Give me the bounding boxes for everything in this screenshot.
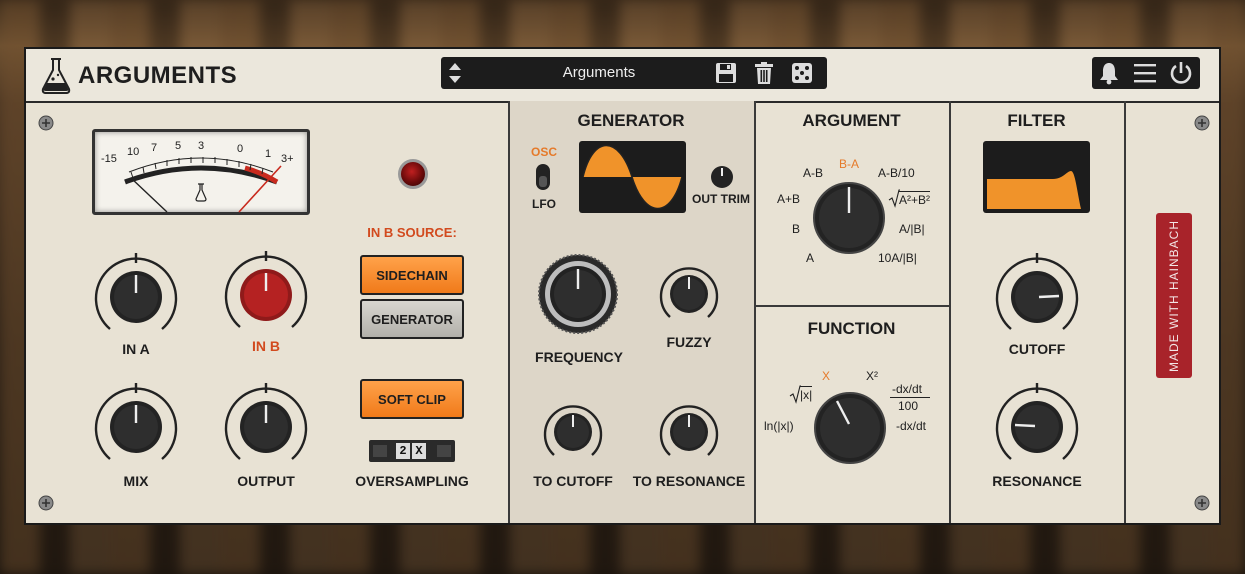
argument-option[interactable]: A-B bbox=[803, 166, 823, 180]
left-arrow-icon[interactable] bbox=[373, 445, 387, 457]
screw-icon bbox=[38, 115, 54, 131]
floppy-disk-icon[interactable] bbox=[714, 61, 738, 85]
vu-tick-label: 0 bbox=[237, 143, 244, 155]
out-trim-label: OUT TRIM bbox=[692, 192, 750, 206]
vu-tick-label: 3 bbox=[198, 140, 205, 152]
oversampling-selector[interactable]: 2 X bbox=[369, 440, 455, 462]
screw-icon bbox=[38, 495, 54, 511]
made-with-badge: MADE WITH HAINBACH bbox=[1156, 213, 1192, 378]
dice-icon[interactable] bbox=[790, 61, 814, 85]
cutoff-label: CUTOFF bbox=[1008, 341, 1066, 357]
screw-icon bbox=[1194, 495, 1210, 511]
argument-option[interactable]: A+B bbox=[777, 192, 800, 206]
filter-title: FILTER bbox=[1007, 111, 1066, 130]
sine-wave-icon bbox=[582, 145, 683, 209]
function-option[interactable]: -dx/dt bbox=[896, 419, 926, 433]
flask-icon bbox=[41, 58, 71, 94]
to-cutoff-label: TO CUTOFF bbox=[533, 473, 613, 489]
cutoff-knob[interactable] bbox=[991, 251, 1083, 343]
vu-tick-label: 5 bbox=[175, 140, 182, 152]
frequency-label: FREQUENCY bbox=[535, 349, 623, 365]
sidechain-button[interactable]: SIDECHAIN bbox=[360, 255, 464, 295]
argument-option[interactable]: A/|B| bbox=[899, 222, 925, 236]
global-controls bbox=[1092, 57, 1200, 89]
in-b-source-label: IN B SOURCE: bbox=[367, 225, 457, 240]
function-option[interactable]: |x| bbox=[800, 386, 813, 402]
vu-tick-label: 3+ bbox=[281, 153, 294, 165]
soft-clip-button[interactable]: SOFT CLIP bbox=[360, 379, 464, 419]
to-cutoff-knob[interactable] bbox=[542, 401, 604, 463]
mix-knob[interactable] bbox=[90, 381, 182, 473]
brand-title: ARGUMENTS bbox=[78, 62, 238, 89]
argument-knob[interactable] bbox=[812, 181, 886, 255]
filter-display bbox=[983, 141, 1090, 213]
osc-label: OSC bbox=[531, 145, 558, 159]
mix-label: MIX bbox=[123, 473, 149, 489]
vu-meter: -15 10 7 5 3 0 1 3+ bbox=[92, 129, 310, 215]
osc-lfo-toggle[interactable] bbox=[536, 164, 550, 190]
function-knob[interactable] bbox=[813, 391, 887, 465]
vu-tick-label: 7 bbox=[151, 142, 158, 154]
to-resonance-label: TO RESONANCE bbox=[632, 473, 746, 489]
function-option[interactable]: ln(|x|) bbox=[764, 419, 794, 433]
vu-tick-label: 1 bbox=[265, 148, 272, 160]
preset-name[interactable]: Arguments bbox=[481, 64, 717, 81]
hamburger-menu-icon[interactable] bbox=[1133, 61, 1157, 85]
waveform-display bbox=[579, 141, 686, 213]
function-option[interactable]: X² bbox=[866, 369, 878, 383]
in-b-label: IN B bbox=[252, 338, 280, 354]
function-option-selected[interactable]: X bbox=[822, 369, 830, 383]
fuzzy-label: FUZZY bbox=[666, 334, 712, 350]
argument-option[interactable]: A²+B² bbox=[899, 191, 931, 207]
argument-title: ARGUMENT bbox=[802, 111, 901, 130]
badge-text: MADE WITH HAINBACH bbox=[1167, 219, 1182, 372]
vu-tick-label: 10 bbox=[127, 146, 140, 158]
divider bbox=[754, 305, 949, 307]
top-bar: ARGUMENTS Arguments bbox=[26, 49, 1219, 103]
up-down-arrows-icon[interactable] bbox=[446, 60, 464, 86]
clip-led bbox=[398, 159, 428, 189]
argument-option[interactable]: B bbox=[792, 222, 800, 236]
lfo-label: LFO bbox=[532, 197, 556, 211]
in-a-label: IN A bbox=[122, 341, 150, 357]
screw-icon bbox=[1194, 115, 1210, 131]
oversampling-value: 2 bbox=[396, 443, 410, 459]
oversampling-suffix: X bbox=[412, 443, 426, 459]
generator-source-button[interactable]: GENERATOR bbox=[360, 299, 464, 339]
to-resonance-knob[interactable] bbox=[658, 401, 720, 463]
resonance-knob[interactable] bbox=[991, 381, 1083, 473]
filter-curve-icon bbox=[987, 171, 1081, 209]
fuzzy-knob[interactable] bbox=[658, 263, 720, 325]
fraction-bar bbox=[890, 397, 930, 398]
out-trim-knob[interactable] bbox=[710, 165, 734, 189]
argument-option[interactable]: A-B/10 bbox=[878, 166, 915, 180]
in-a-knob[interactable] bbox=[90, 251, 182, 343]
resonance-label: RESONANCE bbox=[992, 473, 1082, 489]
in-b-knob[interactable] bbox=[220, 249, 312, 341]
generator-title: GENERATOR bbox=[577, 111, 685, 130]
preset-selector[interactable]: Arguments bbox=[441, 57, 827, 89]
argument-option-selected[interactable]: B-A bbox=[839, 157, 859, 171]
trash-icon[interactable] bbox=[752, 61, 776, 85]
bell-icon[interactable] bbox=[1097, 61, 1121, 85]
frequency-knob[interactable] bbox=[537, 253, 619, 335]
power-icon[interactable] bbox=[1169, 61, 1193, 85]
function-option-denominator: 100 bbox=[898, 399, 919, 413]
function-title: FUNCTION bbox=[807, 319, 896, 338]
oversampling-label: OVERSAMPLING bbox=[355, 473, 469, 489]
plugin-window: ARGUMENTS Arguments -15 10 7 5 3 0 1 3+ … bbox=[24, 47, 1221, 525]
function-option[interactable]: -dx/dt bbox=[892, 382, 922, 396]
right-arrow-icon[interactable] bbox=[437, 445, 451, 457]
vu-tick-label: -15 bbox=[101, 153, 117, 165]
output-knob[interactable] bbox=[220, 381, 312, 473]
output-label: OUTPUT bbox=[237, 473, 295, 489]
